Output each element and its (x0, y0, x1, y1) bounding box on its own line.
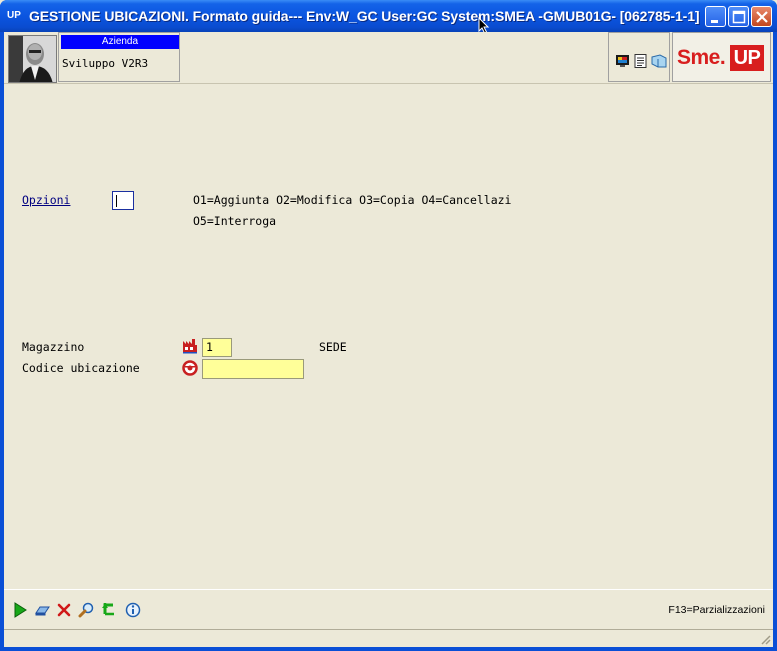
magazzino-input[interactable]: 1 (202, 338, 232, 357)
codice-ubicazione-input[interactable] (202, 359, 304, 379)
magazzino-label: Magazzino (22, 340, 85, 354)
azienda-panel: Azienda Sviluppo V2R3 (58, 32, 180, 82)
codice-ubicazione-label: Codice ubicazione (22, 361, 140, 375)
title-bar[interactable]: UP GESTIONE UBICAZIONI. Formato guida---… (0, 0, 777, 35)
smeup-logo: Sme. UP (672, 32, 771, 82)
opzioni-link[interactable]: Opzioni (22, 193, 70, 207)
resize-grip-icon[interactable] (759, 633, 771, 645)
window-title: GESTIONE UBICAZIONI. Formato guida--- En… (29, 8, 700, 24)
maximize-icon (732, 10, 746, 24)
search-icon[interactable] (78, 602, 94, 618)
magazzino-description: SEDE (319, 340, 347, 354)
eraser-icon[interactable] (34, 602, 50, 618)
close-icon (756, 11, 768, 23)
user-photo-icon (9, 36, 56, 82)
client-area: Azienda Sviluppo V2R3 Sme. UP Opzioni O1… (4, 32, 773, 647)
application-window: UP GESTIONE UBICAZIONI. Formato guida---… (0, 0, 777, 651)
status-bar (4, 629, 773, 647)
text-caret (116, 195, 117, 207)
location-icon[interactable] (182, 360, 198, 376)
logo-sme-text: Sme. (677, 46, 726, 69)
info-icon[interactable] (125, 602, 141, 618)
minimize-icon (711, 20, 718, 23)
user-avatar[interactable] (8, 35, 57, 83)
warehouse-icon[interactable] (182, 338, 198, 354)
logo-up-text: UP (730, 45, 764, 71)
monitor-icon[interactable] (615, 54, 631, 68)
azienda-value: Sviluppo V2R3 (62, 57, 149, 70)
maximize-button[interactable] (728, 6, 749, 27)
app-icon[interactable]: UP (5, 7, 23, 25)
close-button[interactable] (751, 6, 772, 27)
header-panel: Azienda Sviluppo V2R3 Sme. UP (4, 32, 773, 84)
options-legend-line1: O1=Aggiunta O2=Modifica O3=Copia O4=Canc… (193, 193, 512, 207)
function-key-hint[interactable]: F13=Parzializzazioni (668, 604, 765, 616)
header-icons-panel (608, 32, 670, 82)
back-icon[interactable] (101, 602, 117, 618)
azienda-label: Azienda (61, 35, 179, 49)
book-icon[interactable] (651, 54, 667, 68)
options-legend-line2: O5=Interroga (193, 214, 277, 228)
document-icon[interactable] (633, 54, 649, 68)
opzioni-input[interactable] (112, 191, 134, 210)
cancel-icon[interactable] (56, 602, 72, 618)
command-bar: F13=Parzializzazioni (4, 589, 773, 627)
play-icon[interactable] (12, 602, 28, 618)
minimize-button[interactable] (705, 6, 726, 27)
